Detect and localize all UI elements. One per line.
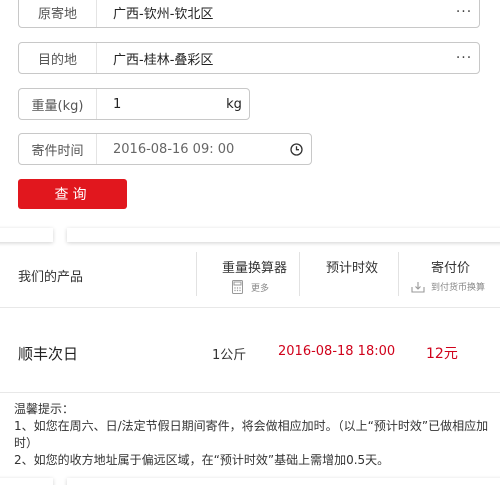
more-label: 更多	[251, 283, 270, 294]
ticket-edge-right	[67, 228, 500, 242]
products-header: 我们的产品 重量换算器 更多 预计时效 寄付价 到付货币换算	[0, 244, 500, 306]
weight-calculator-link[interactable]: 重量换算器	[222, 257, 287, 276]
column-divider	[196, 252, 197, 296]
column-divider	[299, 252, 300, 296]
ellipsis-icon[interactable]: ···	[449, 4, 479, 20]
ticket-edge-bottom-right	[67, 478, 500, 485]
weight-input[interactable]: 1	[97, 97, 219, 112]
currency-convert-link[interactable]: 到付货币换算	[411, 280, 485, 293]
price-header: 寄付价	[431, 261, 471, 276]
tips-section: 温馨提示： 1、如您在周六、日/法定节假日期间寄件，将会做相应加时。（以上“预计…	[14, 401, 494, 469]
query-button[interactable]: 查询	[18, 179, 127, 209]
tips-title: 温馨提示：	[14, 402, 75, 416]
tips-line-1: 1、如您在周六、日/法定节假日期间寄件，将会做相应加时。（以上“预计时效”已做相…	[14, 419, 489, 450]
row-divider	[0, 392, 500, 393]
origin-label: 原寄地	[19, 0, 97, 27]
weight-unit: kg	[226, 96, 242, 112]
product-weight: 1公斤	[212, 348, 247, 363]
weight-label: 重量(kg)	[19, 89, 97, 119]
weight-field[interactable]: 重量(kg) 1 kg	[18, 88, 250, 120]
send-time-field[interactable]: 寄件时间 2016-08-16 09: 00	[18, 133, 312, 165]
eta-header: 预计时效	[326, 261, 379, 276]
currency-convert-label: 到付货币换算	[431, 283, 486, 293]
calculator-icon	[232, 280, 243, 294]
ticket-edge-left	[0, 228, 53, 242]
ellipsis-icon[interactable]: ···	[449, 50, 479, 66]
send-time-value[interactable]: 2016-08-16 09: 00	[97, 142, 281, 157]
send-time-label: 寄件时间	[19, 134, 97, 164]
column-divider	[398, 252, 399, 296]
currency-convert-icon	[411, 281, 425, 293]
ticket-edge-bottom-left	[0, 478, 53, 485]
tips-line-2: 2、如您的收方地址属于偏远区域，在“预计时效”基础上需增加0.5天。	[14, 453, 390, 467]
product-name[interactable]: 顺丰次日	[18, 343, 78, 364]
product-eta: 2016-08-18 18:00	[278, 344, 396, 359]
destination-field[interactable]: 目的地 广西-桂林-叠彩区 ···	[18, 42, 480, 74]
origin-field[interactable]: 原寄地 广西-钦州-钦北区 ···	[18, 0, 480, 28]
weight-calc-more[interactable]: 更多	[232, 280, 269, 294]
destination-value[interactable]: 广西-桂林-叠彩区	[97, 49, 449, 68]
destination-label: 目的地	[19, 43, 97, 73]
clock-icon[interactable]	[281, 142, 311, 156]
header-divider	[0, 307, 500, 308]
products-title: 我们的产品	[18, 270, 84, 285]
origin-value[interactable]: 广西-钦州-钦北区	[97, 3, 449, 22]
product-price: 12元	[426, 346, 458, 362]
